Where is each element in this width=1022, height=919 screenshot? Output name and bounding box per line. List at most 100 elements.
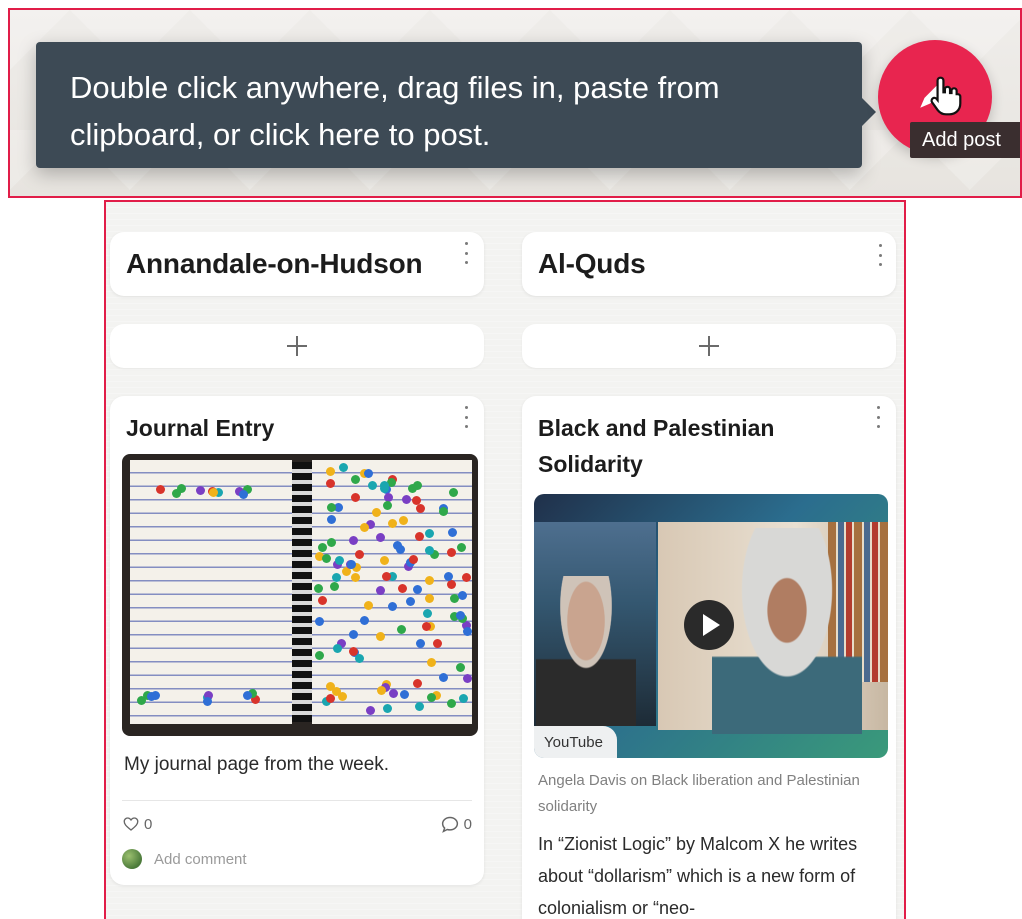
video-person-right: [712, 528, 862, 734]
add-post-to-section-button[interactable]: [110, 324, 484, 368]
journal-dot: [382, 703, 392, 713]
journal-dot: [449, 488, 459, 498]
section-header: Al-Quds: [522, 232, 896, 296]
journal-dot: [348, 536, 358, 545]
journal-dot: [425, 576, 435, 586]
post-hint-banner: Double click anywhere, drag files in, pa…: [8, 8, 1022, 198]
journal-dot: [413, 584, 423, 594]
add-post-tooltip: Add post: [910, 122, 1020, 158]
video-link-caption[interactable]: Angela Davis on Black liberation and Pal…: [534, 768, 884, 820]
video-source-label: YouTube: [534, 726, 617, 758]
section-al-quds: Al-Quds Black and Palestinian Solidarity…: [522, 232, 896, 919]
journal-dot: [462, 626, 472, 636]
post-menu-icon[interactable]: [872, 406, 884, 428]
add-post-to-section-button[interactable]: [522, 324, 896, 368]
journal-dot: [408, 554, 418, 564]
journal-dot: [399, 690, 409, 700]
journal-dot-decorations: [122, 454, 478, 736]
journal-dot: [363, 468, 373, 478]
add-comment-input[interactable]: Add comment: [154, 851, 247, 868]
journal-dot: [401, 494, 411, 504]
journal-dot: [463, 674, 473, 684]
section-menu-icon[interactable]: [874, 244, 886, 266]
journal-dot: [350, 572, 360, 582]
journal-dot: [383, 501, 393, 511]
journal-dot: [398, 583, 408, 593]
journal-dot: [380, 480, 390, 490]
journal-dot: [339, 462, 349, 472]
journal-dot: [355, 550, 365, 560]
journal-dot: [455, 662, 465, 672]
journal-dot: [388, 688, 398, 698]
youtube-video-thumbnail[interactable]: YouTube: [534, 494, 888, 758]
journal-dot: [372, 507, 382, 517]
journal-dot: [375, 533, 385, 543]
journal-dot: [447, 548, 457, 558]
journal-dot: [432, 638, 442, 648]
journal-image[interactable]: [122, 454, 478, 736]
video-left-frame: [534, 522, 656, 726]
video-person-left: [536, 576, 636, 726]
journal-dot: [348, 646, 358, 656]
journal-dot: [448, 528, 458, 538]
journal-dot: [350, 474, 360, 484]
journal-dot: [393, 540, 403, 550]
journal-dot: [387, 519, 397, 529]
journal-dot: [375, 632, 385, 642]
journal-dot: [415, 504, 425, 514]
journal-dot: [406, 597, 416, 607]
like-count: 0: [144, 815, 153, 833]
journal-dot: [425, 593, 435, 603]
journal-dot: [314, 616, 324, 626]
comment-count: 0: [463, 815, 472, 833]
journal-dot: [337, 692, 347, 702]
heart-icon: [123, 817, 139, 831]
journal-dot: [387, 602, 397, 612]
journal-dot: [427, 693, 437, 703]
journal-dot: [321, 554, 331, 564]
journal-dot: [438, 506, 448, 516]
journal-dot: [195, 486, 205, 496]
play-icon[interactable]: [684, 600, 734, 650]
journal-dot: [335, 556, 345, 566]
journal-dot: [333, 644, 343, 654]
post-body: In “Zionist Logic” by Malcom X he writes…: [538, 834, 858, 918]
like-button[interactable]: 0: [122, 815, 152, 833]
journal-dot: [443, 572, 453, 582]
post-card[interactable]: Black and Palestinian Solidarity YouTube…: [522, 396, 896, 919]
journal-dot: [327, 538, 337, 548]
comment-count-button[interactable]: 0: [440, 815, 472, 833]
plus-icon: [287, 336, 307, 356]
journal-dot: [332, 573, 342, 583]
journal-dot: [461, 573, 471, 583]
journal-dot: [330, 581, 340, 591]
journal-dot: [239, 490, 249, 500]
journal-dot: [399, 515, 409, 525]
post-title: Black and Palestinian Solidarity: [538, 415, 775, 477]
post-menu-icon[interactable]: [460, 406, 472, 428]
journal-dot: [457, 590, 467, 600]
section-title: Annandale-on-Hudson: [126, 248, 423, 279]
section-menu-icon[interactable]: [460, 242, 472, 264]
journal-dot: [447, 698, 457, 708]
post-divider: [122, 800, 472, 801]
journal-dot: [347, 559, 357, 569]
journal-dot: [150, 691, 160, 701]
journal-dot: [350, 492, 360, 502]
journal-dot: [315, 651, 325, 661]
journal-dot: [176, 484, 186, 493]
journal-dot: [397, 625, 407, 635]
post-card[interactable]: Journal Entry My journal page from the w…: [110, 396, 484, 885]
journal-dot: [424, 528, 434, 538]
journal-dot: [314, 583, 324, 593]
journal-dot: [459, 693, 469, 703]
post-reactions: 0 0: [122, 815, 472, 833]
journal-dot: [376, 586, 386, 596]
post-title: Journal Entry: [126, 415, 275, 441]
journal-dot: [326, 467, 336, 477]
padlet-board: Annandale-on-Hudson Journal Entry My jou…: [104, 200, 906, 919]
journal-dot: [360, 615, 370, 625]
post-body: My journal page from the week.: [124, 754, 390, 775]
add-comment-row[interactable]: Add comment: [122, 849, 472, 869]
journal-dot: [414, 702, 424, 712]
